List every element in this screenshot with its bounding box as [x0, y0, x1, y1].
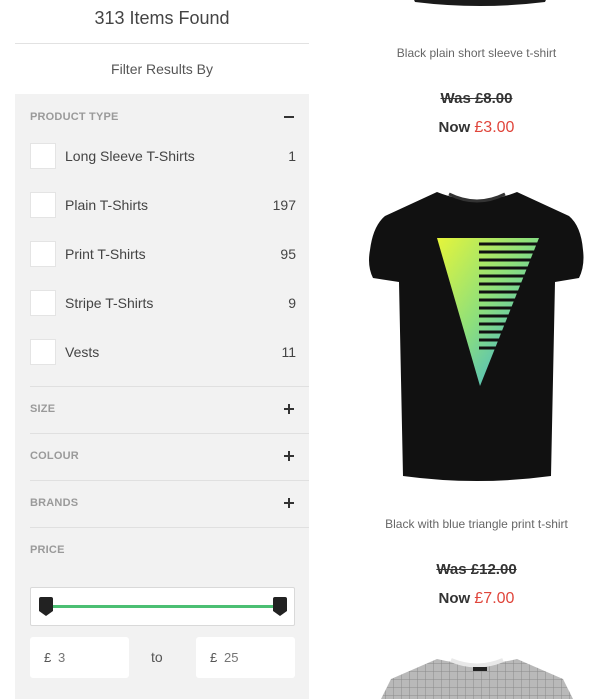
filter-option-label: Stripe T-Shirts [65, 295, 154, 311]
slider-track [44, 605, 280, 608]
product-type-header[interactable]: PRODUCT TYPE [30, 107, 296, 127]
sale-price: £3.00 [474, 119, 515, 136]
divider [30, 386, 309, 387]
divider [15, 43, 309, 44]
collapse-icon[interactable] [282, 107, 296, 127]
filter-option-count: 11 [281, 344, 296, 360]
was-price: Was £8.00 [440, 90, 513, 107]
expand-icon[interactable] [282, 399, 296, 419]
filter-option-print[interactable]: Print T-Shirts 95 [30, 241, 296, 267]
divider [30, 433, 309, 434]
checkbox[interactable] [30, 143, 56, 169]
now-price: Now £3.00 [345, 119, 608, 137]
filter-option-label: Long Sleeve T-Shirts [65, 148, 195, 164]
price-header: PRICE [30, 540, 296, 560]
filter-option-label: Plain T-Shirts [65, 197, 148, 213]
now-price: Now £7.00 [345, 590, 608, 608]
product-grid: Black plain short sleeve t-shirt Was £8.… [345, 0, 608, 699]
expand-icon[interactable] [282, 493, 296, 513]
slider-min-handle[interactable] [39, 597, 53, 616]
now-label: Now [438, 119, 471, 136]
was-price: Was £12.00 [436, 561, 517, 578]
brands-title: BRANDS [30, 497, 79, 509]
filter-heading: Filter Results By [111, 61, 213, 77]
product-image[interactable] [395, 0, 565, 10]
filter-option-stripe[interactable]: Stripe T-Shirts 9 [30, 290, 296, 316]
checkbox[interactable] [30, 192, 56, 218]
colour-header[interactable]: COLOUR [30, 446, 296, 466]
filter-option-plain[interactable]: Plain T-Shirts 197 [30, 192, 296, 218]
filter-option-label: Print T-Shirts [65, 246, 146, 262]
items-found-count: 313 Items Found [94, 8, 230, 28]
divider [30, 527, 309, 528]
size-header[interactable]: SIZE [30, 399, 296, 419]
slider-max-handle[interactable] [273, 597, 287, 616]
price-to-label: to [151, 649, 163, 665]
product-name[interactable]: Black with blue triangle print t-shirt [345, 516, 608, 532]
currency-symbol: £ [210, 650, 218, 665]
filter-option-count: 1 [288, 148, 296, 164]
expand-icon[interactable] [282, 446, 296, 466]
product-image[interactable] [367, 186, 587, 486]
currency-symbol: £ [44, 650, 52, 665]
filter-option-count: 95 [280, 246, 296, 262]
filter-option-vests[interactable]: Vests 11 [30, 339, 296, 365]
size-title: SIZE [30, 403, 56, 415]
filter-option-label: Vests [65, 344, 100, 360]
price-range-slider[interactable] [30, 587, 295, 626]
brands-header[interactable]: BRANDS [30, 493, 296, 513]
product-type-title: PRODUCT TYPE [30, 111, 119, 123]
checkbox[interactable] [30, 339, 56, 365]
product-image[interactable] [377, 655, 577, 699]
divider [30, 480, 309, 481]
filter-sidebar: 313 Items Found Filter Results By PRODUC… [15, 0, 309, 699]
product-name[interactable]: Black plain short sleeve t-shirt [345, 45, 608, 61]
colour-title: COLOUR [30, 450, 79, 462]
filter-option-count: 9 [288, 295, 296, 311]
sale-price: £7.00 [474, 590, 515, 607]
filter-option-count: 197 [272, 197, 296, 213]
filter-option-long-sleeve[interactable]: Long Sleeve T-Shirts 1 [30, 143, 296, 169]
now-label: Now [438, 590, 471, 607]
checkbox[interactable] [30, 290, 56, 316]
price-title: PRICE [30, 544, 65, 556]
checkbox[interactable] [30, 241, 56, 267]
filter-panel: PRODUCT TYPE Long Sleeve T-Shirts 1 Plai… [15, 94, 309, 699]
